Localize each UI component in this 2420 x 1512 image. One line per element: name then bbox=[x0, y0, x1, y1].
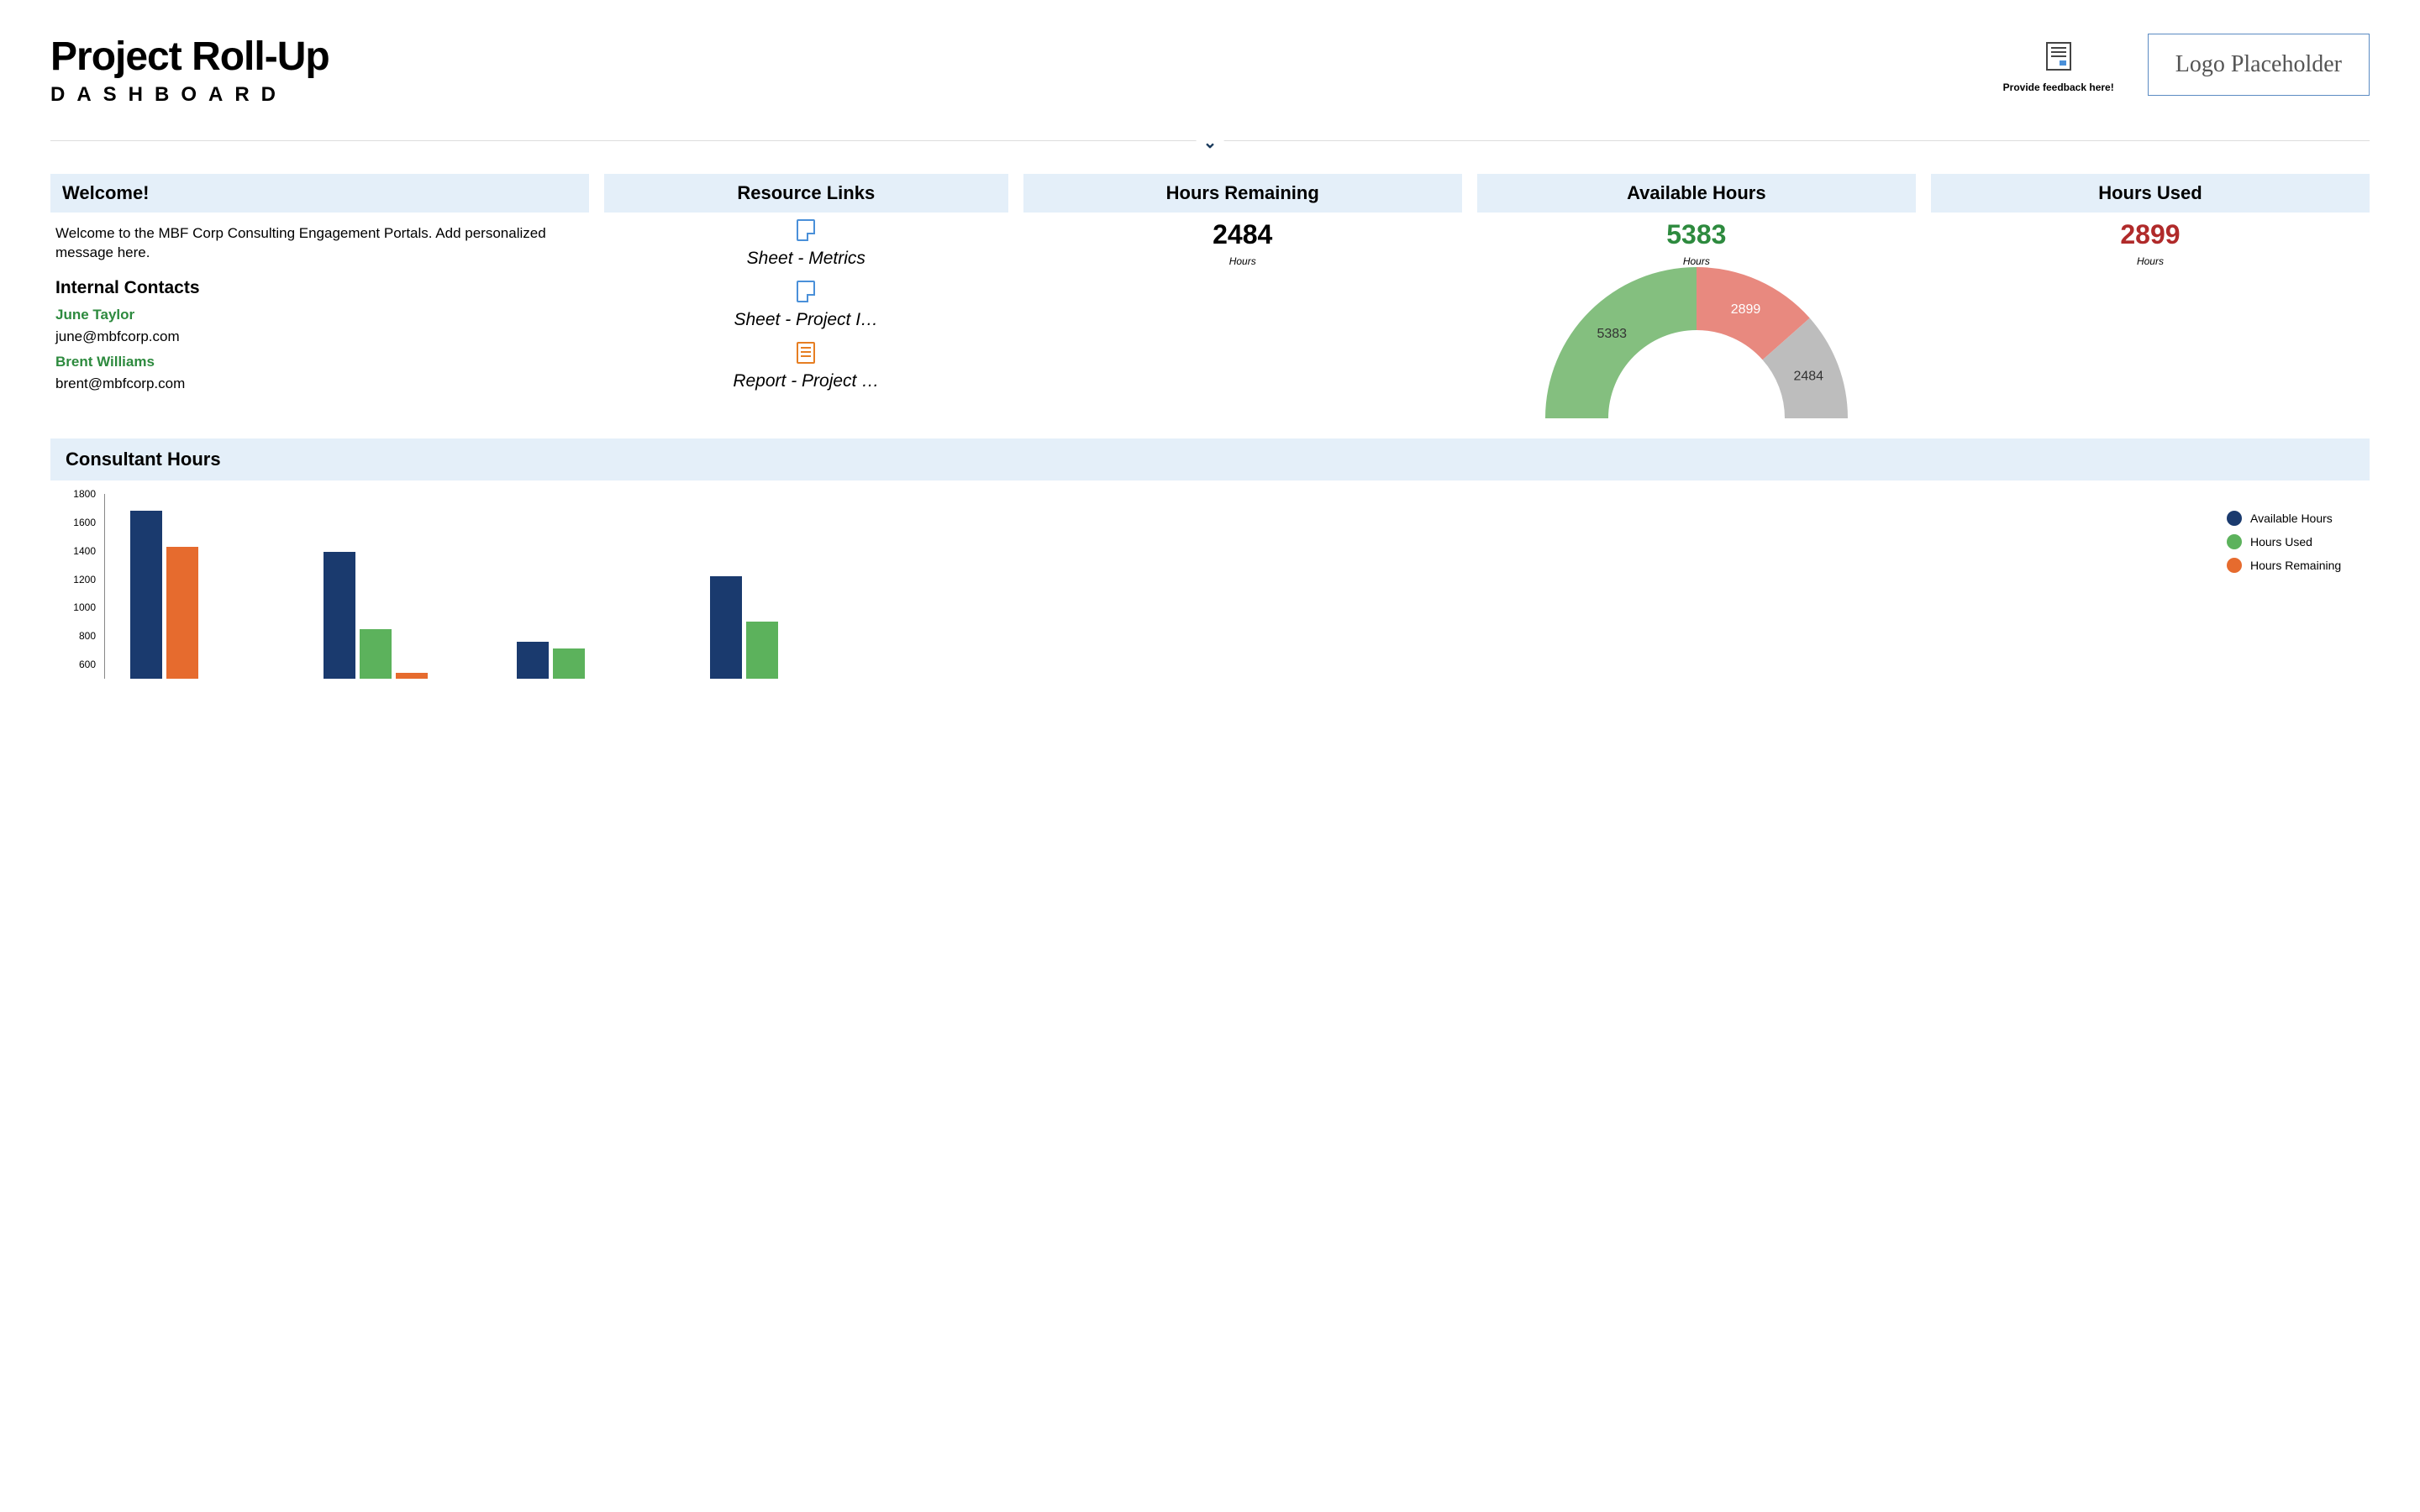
page-title: Project Roll-Up bbox=[50, 34, 2003, 80]
legend-label: Hours Remaining bbox=[2250, 559, 2341, 572]
contact-name[interactable]: June Taylor bbox=[55, 307, 584, 323]
resource-link[interactable]: Sheet - Project I… bbox=[604, 281, 1008, 330]
contacts-title: Internal Contacts bbox=[55, 278, 584, 298]
feedback-icon bbox=[2046, 42, 2071, 71]
divider: ⌄ bbox=[50, 132, 2370, 157]
contact-email[interactable]: june@mbfcorp.com bbox=[55, 328, 584, 345]
resource-link[interactable]: Sheet - Metrics bbox=[604, 219, 1008, 269]
svg-text:2484: 2484 bbox=[1793, 369, 1823, 383]
logo-placeholder: Logo Placeholder bbox=[2148, 34, 2370, 96]
metric-header: Available Hours bbox=[1477, 174, 1916, 213]
resources-card: Resource Links Sheet - Metrics Sheet - P… bbox=[604, 174, 1008, 418]
welcome-text: Welcome to the MBF Corp Consulting Engag… bbox=[55, 224, 584, 263]
contact-item: June Taylor june@mbfcorp.com bbox=[55, 307, 584, 345]
report-icon bbox=[797, 342, 815, 364]
legend-dot-icon bbox=[2227, 558, 2242, 573]
feedback-label: Provide feedback here! bbox=[2003, 81, 2114, 93]
metric-header: Hours Used bbox=[1931, 174, 2370, 213]
chevron-down-icon[interactable]: ⌄ bbox=[1197, 132, 1224, 153]
metric-value: 2899 bbox=[1931, 219, 2370, 250]
svg-text:5383: 5383 bbox=[1597, 327, 1627, 341]
legend-item: Hours Used bbox=[2227, 534, 2370, 549]
resource-label: Report - Project … bbox=[718, 371, 894, 391]
legend-label: Available Hours bbox=[2250, 512, 2333, 525]
feedback-link[interactable]: Provide feedback here! bbox=[2003, 42, 2114, 95]
resource-label: Sheet - Project I… bbox=[718, 310, 894, 330]
chart-legend: Available Hours Hours Used Hours Remaini… bbox=[2227, 494, 2370, 679]
sheet-icon bbox=[797, 281, 815, 302]
resource-link[interactable]: Report - Project … bbox=[604, 342, 1008, 391]
metric-value: 2484 bbox=[1023, 219, 1462, 250]
title-block: Project Roll-Up DASHBOARD bbox=[50, 34, 2003, 107]
contact-item: Brent Williams brent@mbfcorp.com bbox=[55, 354, 584, 392]
gauge-chart: 5383 2899 2484 bbox=[1023, 250, 2370, 418]
sheet-icon bbox=[797, 219, 815, 241]
consultant-hours-chart: 60080010001200140016001800 bbox=[67, 494, 2210, 679]
resources-header: Resource Links bbox=[604, 174, 1008, 213]
legend-item: Hours Remaining bbox=[2227, 558, 2370, 573]
legend-item: Available Hours bbox=[2227, 511, 2370, 526]
legend-dot-icon bbox=[2227, 511, 2242, 526]
metric-header: Hours Remaining bbox=[1023, 174, 1462, 213]
welcome-card: Welcome! Welcome to the MBF Corp Consult… bbox=[50, 174, 589, 418]
svg-text:2899: 2899 bbox=[1731, 302, 1761, 317]
metric-value: 5383 bbox=[1477, 219, 1916, 250]
welcome-header: Welcome! bbox=[50, 174, 589, 213]
consultant-hours-header: Consultant Hours bbox=[50, 438, 2370, 480]
resource-label: Sheet - Metrics bbox=[718, 249, 894, 269]
contact-email[interactable]: brent@mbfcorp.com bbox=[55, 375, 584, 392]
legend-dot-icon bbox=[2227, 534, 2242, 549]
contact-name[interactable]: Brent Williams bbox=[55, 354, 584, 370]
page-subtitle: DASHBOARD bbox=[50, 83, 2003, 107]
legend-label: Hours Used bbox=[2250, 535, 2312, 549]
